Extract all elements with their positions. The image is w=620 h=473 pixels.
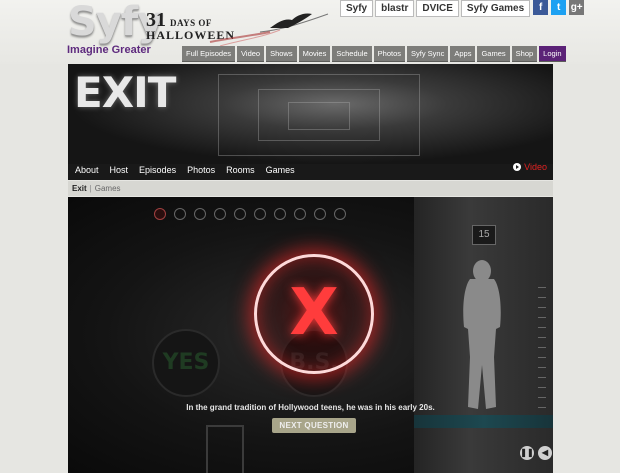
progress-dot bbox=[314, 208, 326, 220]
brand-syfy-games[interactable]: Syfy Games bbox=[460, 0, 531, 17]
pause-icon[interactable]: ❚❚ bbox=[520, 446, 534, 460]
brand-blastr[interactable]: blastr bbox=[375, 0, 415, 17]
breadcrumb-exit[interactable]: Exit bbox=[72, 184, 87, 193]
nav-video[interactable]: Video bbox=[237, 46, 265, 62]
subnav-host[interactable]: Host bbox=[110, 165, 129, 175]
nav-full-episodes[interactable]: Full Episodes bbox=[182, 46, 236, 62]
twitter-icon[interactable]: t bbox=[551, 0, 567, 15]
corridor-frame-deep bbox=[288, 102, 350, 130]
progress-dot bbox=[174, 208, 186, 220]
subnav-games[interactable]: Games bbox=[266, 165, 295, 175]
brand-syfy[interactable]: Syfy bbox=[340, 0, 374, 17]
tagline: Imagine Greater bbox=[67, 44, 151, 56]
facebook-icon[interactable]: f bbox=[533, 0, 549, 15]
nav-games[interactable]: Games bbox=[477, 46, 510, 62]
page: Syfy Imagine Greater 31 DAYS OF HALLOWEE… bbox=[0, 0, 620, 473]
pipe-decoration bbox=[206, 425, 244, 473]
progress-dot bbox=[154, 208, 166, 220]
subnav-episodes[interactable]: Episodes bbox=[139, 165, 176, 175]
progress-dot bbox=[254, 208, 266, 220]
person-silhouette-icon bbox=[463, 260, 501, 409]
video-label: Video bbox=[524, 162, 547, 172]
subnav-photos[interactable]: Photos bbox=[187, 165, 215, 175]
progress-dot bbox=[334, 208, 346, 220]
yes-button[interactable]: YES bbox=[152, 329, 220, 397]
wrong-x-icon: X bbox=[289, 276, 339, 350]
nav-syfy-sync[interactable]: Syfy Sync bbox=[407, 46, 449, 62]
floor-indicator: 15 bbox=[472, 225, 496, 245]
video-link[interactable]: Video bbox=[513, 162, 547, 172]
brand-dvice[interactable]: DVICE bbox=[416, 0, 459, 17]
play-icon bbox=[513, 163, 522, 171]
breadcrumb: Exit | Games bbox=[68, 181, 553, 196]
breadcrumb-games[interactable]: Games bbox=[95, 184, 121, 193]
nav-shop[interactable]: Shop bbox=[511, 46, 538, 62]
main-nav: Full Episodes Video Shows Movies Schedul… bbox=[182, 46, 566, 62]
site-header: Syfy Imagine Greater 31 DAYS OF HALLOWEE… bbox=[0, 0, 620, 64]
result-indicator: X bbox=[254, 254, 374, 374]
nav-photos[interactable]: Photos bbox=[373, 46, 405, 62]
answer-text: In the grand tradition of Hollywood teen… bbox=[186, 403, 435, 412]
progress-dot bbox=[294, 208, 306, 220]
nav-schedule[interactable]: Schedule bbox=[332, 46, 372, 62]
nav-apps[interactable]: Apps bbox=[450, 46, 476, 62]
login-button[interactable]: Login bbox=[539, 46, 566, 62]
progress-dot bbox=[214, 208, 226, 220]
breadcrumb-separator: | bbox=[89, 184, 92, 193]
crow-branch-icon bbox=[209, 13, 329, 47]
question-progress bbox=[154, 208, 346, 220]
quiz-game: 15 YES B.S. X In the grand tradition of … bbox=[68, 197, 553, 473]
elevator-sill bbox=[414, 415, 553, 428]
progress-dot bbox=[274, 208, 286, 220]
nav-shows[interactable]: Shows bbox=[266, 46, 297, 62]
show-hero-banner: EXIT About Host Episodes Photos Rooms Ga… bbox=[68, 64, 553, 180]
next-question-button[interactable]: NEXT QUESTION bbox=[272, 418, 356, 433]
google-plus-icon[interactable]: g+ bbox=[569, 0, 585, 15]
sound-icon[interactable]: ◀ bbox=[538, 446, 552, 460]
progress-dot bbox=[234, 208, 246, 220]
subnav-rooms[interactable]: Rooms bbox=[226, 165, 255, 175]
nav-movies[interactable]: Movies bbox=[298, 46, 331, 62]
show-subnav: About Host Episodes Photos Rooms Games bbox=[68, 160, 553, 180]
progress-dot bbox=[194, 208, 206, 220]
subnav-about[interactable]: About bbox=[75, 165, 99, 175]
brand-links: Syfy blastr DVICE Syfy Games f t g+ bbox=[340, 0, 585, 17]
floor-ticks bbox=[538, 287, 550, 417]
show-title: EXIT bbox=[74, 68, 176, 117]
